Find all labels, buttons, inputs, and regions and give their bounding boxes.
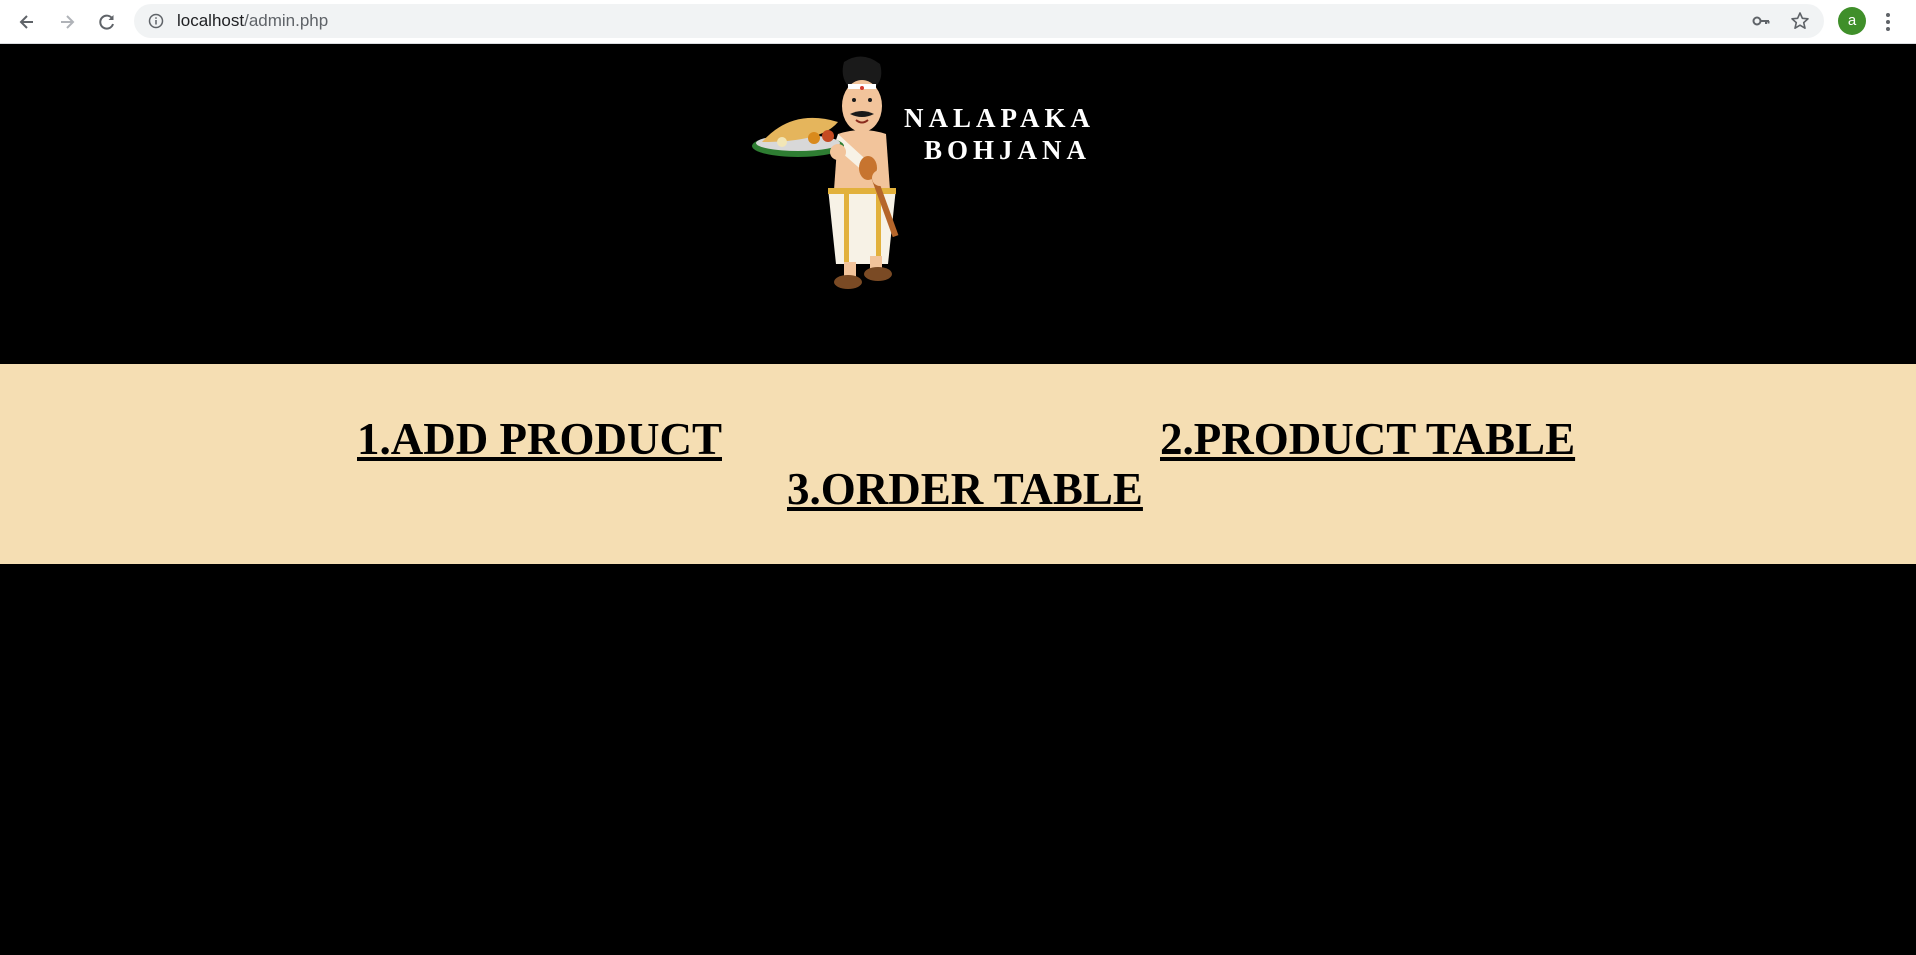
site-logo[interactable]: NALAPAKA BOHJANA xyxy=(752,50,1182,296)
order-table-link[interactable]: 3.ORDER TABLE xyxy=(787,464,1143,514)
info-icon[interactable] xyxy=(148,13,164,29)
back-arrow-icon xyxy=(19,15,33,29)
url-host: localhost xyxy=(177,11,245,30)
browser-toolbar: localhost/admin.php a xyxy=(0,0,1916,44)
logo-line-1: NALAPAKA xyxy=(904,103,1095,133)
url-path: /admin.php xyxy=(244,11,329,30)
key-icon[interactable] xyxy=(1751,11,1771,31)
reload-icon xyxy=(99,14,114,30)
forward-button[interactable] xyxy=(53,8,81,36)
product-table-link[interactable]: 2.PRODUCT TABLE xyxy=(1160,414,1575,464)
chef-mascot-icon xyxy=(752,56,899,289)
back-button[interactable] xyxy=(13,8,41,36)
admin-menu: 1.ADD PRODUCT 2.PRODUCT TABLE 3.ORDER TA… xyxy=(0,364,1916,564)
url-text[interactable]: localhost/admin.php xyxy=(177,4,328,38)
kebab-menu-icon[interactable] xyxy=(1883,10,1893,34)
add-product-link[interactable]: 1.ADD PRODUCT xyxy=(357,414,722,464)
address-bar[interactable]: localhost/admin.php xyxy=(134,4,1824,38)
reload-button[interactable] xyxy=(93,8,121,36)
forward-arrow-icon xyxy=(61,15,75,29)
logo-line-2: BOHJANA xyxy=(924,135,1092,165)
profile-avatar[interactable]: a xyxy=(1838,7,1866,35)
star-icon[interactable] xyxy=(1790,11,1810,31)
page-body xyxy=(0,564,1916,955)
site-header: NALAPAKA BOHJANA xyxy=(0,44,1916,364)
